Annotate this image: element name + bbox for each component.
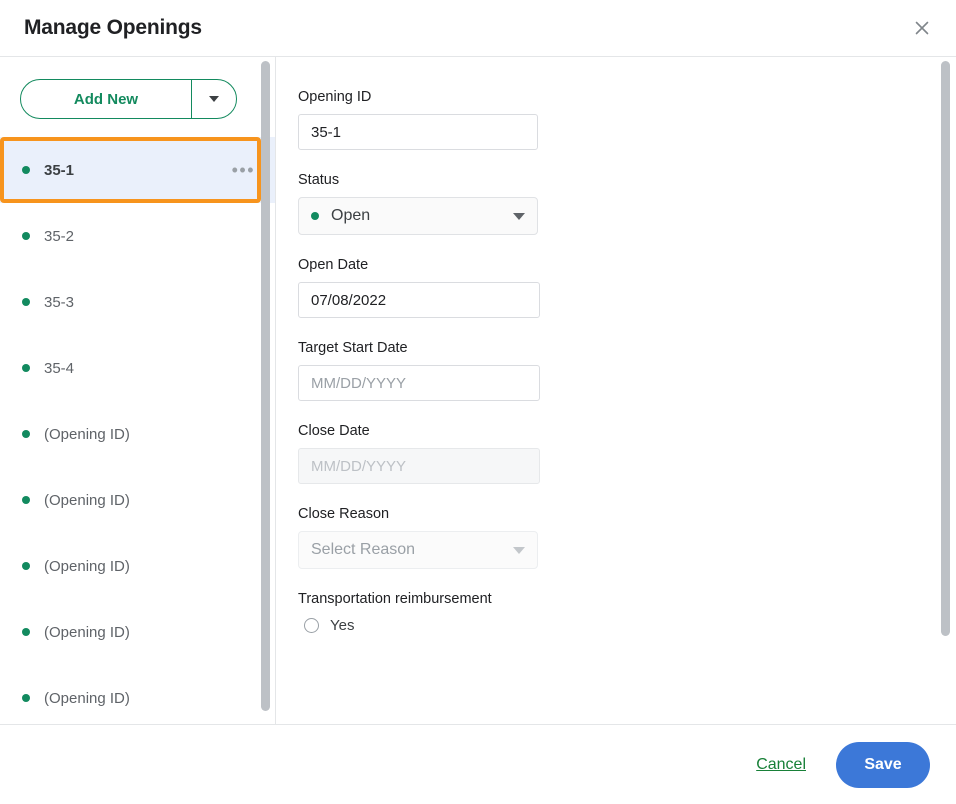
field-close-reason: Close Reason Select Reason <box>298 506 956 569</box>
radio-icon <box>304 618 319 633</box>
list-item-label: 35-4 <box>44 360 257 377</box>
opening-id-label: Opening ID <box>298 89 956 105</box>
status-dot-icon <box>22 496 30 504</box>
add-new-dropdown-button[interactable] <box>192 80 236 118</box>
modal-header: Manage Openings <box>0 0 956 57</box>
open-date-label: Open Date <box>298 257 956 273</box>
add-new-button[interactable]: Add New <box>21 80 192 118</box>
list-item[interactable]: 35-2 <box>0 203 275 269</box>
list-item[interactable]: (Opening ID) <box>0 401 275 467</box>
list-item[interactable]: (Opening ID) <box>0 467 275 533</box>
status-selected-value: Open <box>331 207 513 225</box>
field-transportation-reimbursement: Transportation reimbursement Yes <box>298 591 956 634</box>
status-dot-icon <box>22 298 30 306</box>
status-dot-icon <box>311 212 319 220</box>
list-item-label: 35-1 <box>44 162 232 179</box>
list-item[interactable]: (Opening ID) <box>0 599 275 665</box>
list-item[interactable]: 35-1 ••• <box>0 137 275 203</box>
field-open-date: Open Date <box>298 257 956 318</box>
list-item[interactable]: (Opening ID) <box>0 533 275 599</box>
close-icon[interactable] <box>906 12 938 44</box>
field-target-start-date: Target Start Date <box>298 340 956 401</box>
list-item-label: 35-2 <box>44 228 257 245</box>
list-item[interactable]: 35-4 <box>0 335 275 401</box>
close-reason-placeholder: Select Reason <box>311 541 513 559</box>
list-item-label: (Opening ID) <box>44 558 257 575</box>
manage-openings-modal: Manage Openings Add New 35-1 <box>0 0 956 804</box>
list-item[interactable]: (Opening ID) <box>0 665 275 724</box>
status-select[interactable]: Open <box>298 197 538 235</box>
modal-body: Add New 35-1 ••• 35-2 <box>0 57 956 724</box>
list-item-label: 35-3 <box>44 294 257 311</box>
chevron-down-icon <box>513 213 525 220</box>
status-dot-icon <box>22 628 30 636</box>
list-item-label: (Opening ID) <box>44 426 257 443</box>
close-date-input[interactable] <box>298 448 540 484</box>
list-item-label: (Opening ID) <box>44 690 257 707</box>
field-status: Status Open <box>298 172 956 235</box>
sidebar-scroll-content: Add New 35-1 ••• 35-2 <box>0 57 275 724</box>
status-dot-icon <box>22 430 30 438</box>
status-label: Status <box>298 172 956 188</box>
form-scrollbar-thumb[interactable] <box>941 61 950 636</box>
status-dot-icon <box>22 166 30 174</box>
opening-detail-form: Opening ID Status Open Open Date <box>276 57 956 724</box>
sidebar-scrollbar-thumb[interactable] <box>261 61 270 711</box>
overflow-menu-icon[interactable]: ••• <box>232 161 255 179</box>
openings-sidebar: Add New 35-1 ••• 35-2 <box>0 57 276 724</box>
form-scroll-content: Opening ID Status Open Open Date <box>276 57 956 724</box>
close-reason-select[interactable]: Select Reason <box>298 531 538 569</box>
status-dot-icon <box>22 562 30 570</box>
transportation-yes-label: Yes <box>330 617 354 634</box>
status-dot-icon <box>22 232 30 240</box>
form-scrollbar[interactable] <box>941 57 950 724</box>
sidebar-scrollbar[interactable] <box>261 57 270 724</box>
openings-list: 35-1 ••• 35-2 35-3 35-4 <box>0 137 275 724</box>
status-dot-icon <box>22 364 30 372</box>
field-opening-id: Opening ID <box>298 89 956 150</box>
transportation-yes-option[interactable]: Yes <box>298 617 956 634</box>
chevron-down-icon <box>209 96 219 102</box>
cancel-button[interactable]: Cancel <box>752 750 810 780</box>
chevron-down-icon <box>513 547 525 554</box>
save-button[interactable]: Save <box>836 742 930 788</box>
modal-footer: Cancel Save <box>0 724 956 804</box>
target-start-date-input[interactable] <box>298 365 540 401</box>
close-date-label: Close Date <box>298 423 956 439</box>
close-reason-label: Close Reason <box>298 506 956 522</box>
status-dot-icon <box>22 694 30 702</box>
list-item[interactable]: 35-3 <box>0 269 275 335</box>
page-title: Manage Openings <box>24 16 202 40</box>
field-close-date: Close Date <box>298 423 956 484</box>
list-item-label: (Opening ID) <box>44 492 257 509</box>
transportation-label: Transportation reimbursement <box>298 591 956 607</box>
opening-id-input[interactable] <box>298 114 538 150</box>
target-start-date-label: Target Start Date <box>298 340 956 356</box>
add-new-split-button: Add New <box>20 79 237 119</box>
open-date-input[interactable] <box>298 282 540 318</box>
list-item-label: (Opening ID) <box>44 624 257 641</box>
